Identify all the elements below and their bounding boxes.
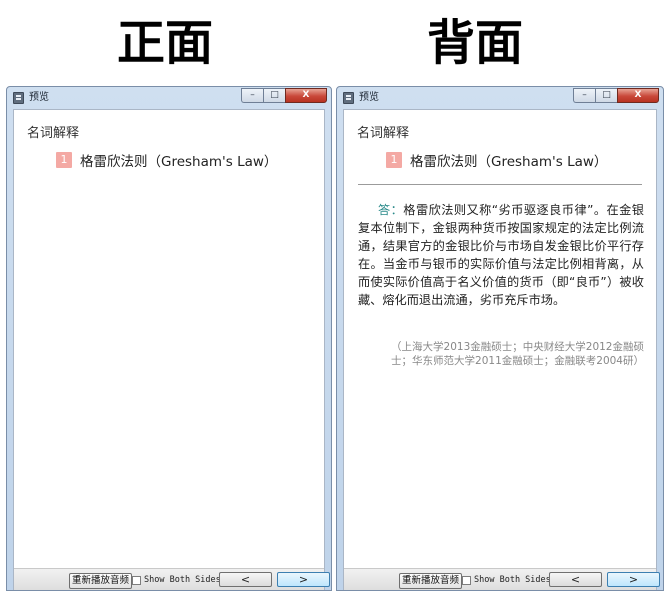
next-button[interactable]: > [607, 572, 660, 587]
previous-button[interactable]: < [219, 572, 272, 587]
number-badge: 1 [56, 152, 72, 168]
window-title: 预览 [29, 92, 49, 103]
show-both-sides-label[interactable]: Show Both Sides [144, 574, 221, 586]
answer-label: 答： [378, 203, 404, 217]
card-front: 名词解释 1 格雷欣法则（Gresham's Law） [14, 110, 324, 568]
window-client: 名词解释 1 格雷欣法则（Gresham's Law） 答：格雷欣法则又称“劣币… [343, 109, 660, 590]
title-bar[interactable]: 预览 – □ X [337, 87, 663, 109]
window-controls: – □ X [573, 88, 659, 104]
maximize-button[interactable]: □ [595, 88, 617, 103]
show-both-sides-checkbox[interactable] [462, 576, 471, 585]
term-text: 格雷欣法则（Gresham's Law） [410, 154, 608, 170]
close-button[interactable]: X [285, 88, 327, 103]
answer-body: 格雷欣法则又称“劣币驱逐良币律”。在金银复本位制下，金银两种货币按国家规定的法定… [358, 203, 644, 307]
title-bar[interactable]: 预览 – □ X [7, 87, 331, 109]
answer-text: 答：格雷欣法则又称“劣币驱逐良币律”。在金银复本位制下，金银两种货币按国家规定的… [358, 201, 644, 309]
category-label: 名词解释 [357, 126, 410, 141]
window-controls: – □ X [241, 88, 327, 104]
card-back: 名词解释 1 格雷欣法则（Gresham's Law） 答：格雷欣法则又称“劣币… [344, 110, 656, 568]
app-icon [13, 92, 24, 104]
preview-window-front: 预览 – □ X 名词解释 1 格雷欣法则（Gresham's Law） 重新播… [6, 86, 332, 591]
preview-window-back: 预览 – □ X 名词解释 1 格雷欣法则（Gresham's Law） 答：格… [336, 86, 664, 591]
bottom-toolbar: 重新播放音频 Show Both Sides < > [14, 568, 330, 590]
show-both-sides-checkbox[interactable] [132, 576, 141, 585]
show-both-sides-label[interactable]: Show Both Sides [474, 574, 551, 586]
minimize-button[interactable]: – [573, 88, 595, 103]
maximize-button[interactable]: □ [263, 88, 285, 103]
replay-audio-button[interactable]: 重新播放音频 [69, 573, 133, 589]
answer-divider [358, 184, 642, 185]
term-text: 格雷欣法则（Gresham's Law） [80, 154, 278, 170]
window-title: 预览 [359, 92, 379, 103]
source-citation: （上海大学2013金融硕士；中央财经大学2012金融硕士；华东师范大学2011金… [391, 341, 644, 367]
close-button[interactable]: X [617, 88, 659, 103]
window-client: 名词解释 1 格雷欣法则（Gresham's Law） 重新播放音频 Show … [13, 109, 330, 590]
minimize-button[interactable]: – [241, 88, 263, 103]
term-row: 1 格雷欣法则（Gresham's Law） [56, 151, 278, 170]
previous-button[interactable]: < [549, 572, 602, 587]
number-badge: 1 [386, 152, 402, 168]
category-label: 名词解释 [27, 126, 80, 141]
bottom-toolbar: 重新播放音频 Show Both Sides < > [344, 568, 660, 590]
next-button[interactable]: > [277, 572, 330, 587]
app-icon [343, 92, 354, 104]
back-heading: 背面 [426, 15, 523, 71]
front-heading: 正面 [116, 15, 213, 71]
term-row: 1 格雷欣法则（Gresham's Law） [386, 151, 608, 170]
replay-audio-button[interactable]: 重新播放音频 [399, 573, 463, 589]
